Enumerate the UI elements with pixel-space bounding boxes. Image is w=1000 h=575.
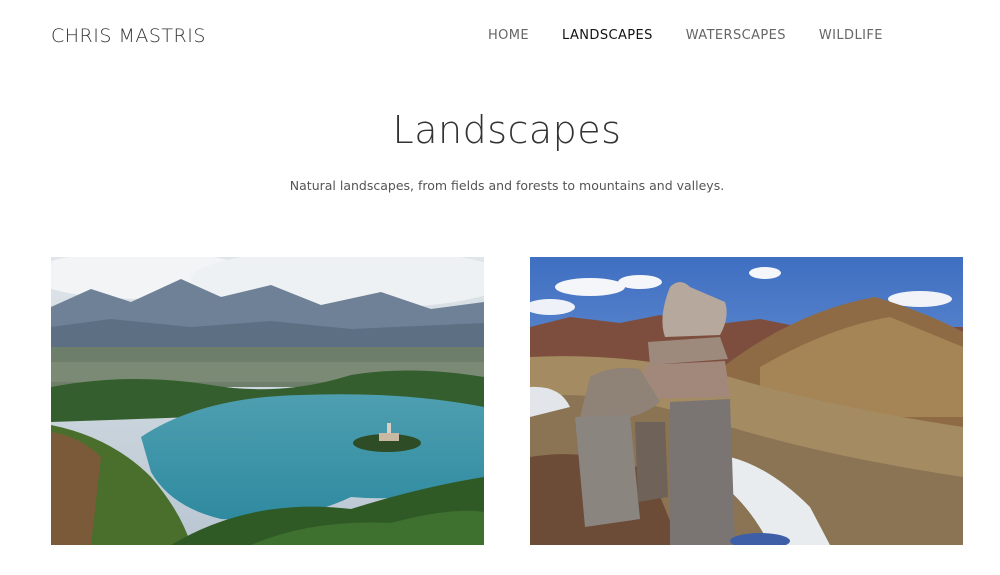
lake-photo-image <box>51 257 484 545</box>
main-nav: HOME LANDSCAPES WATERSCAPES WILDLIFE <box>488 28 916 43</box>
nav-waterscapes[interactable]: WATERSCAPES <box>686 28 786 43</box>
gallery-photo-cairn[interactable] <box>530 257 963 545</box>
page-title: Landscapes <box>392 108 622 152</box>
nav-wildlife[interactable]: WILDLIFE <box>819 28 883 43</box>
page-subtitle: Natural landscapes, from fields and fore… <box>289 178 725 193</box>
nav-home[interactable]: HOME <box>488 28 529 43</box>
cairn-photo-image <box>530 257 963 545</box>
nav-landscapes[interactable]: LANDSCAPES <box>562 28 653 43</box>
gallery-photo-lake[interactable] <box>51 257 484 545</box>
site-brand-link[interactable]: CHRIS MASTRIS <box>51 25 206 47</box>
